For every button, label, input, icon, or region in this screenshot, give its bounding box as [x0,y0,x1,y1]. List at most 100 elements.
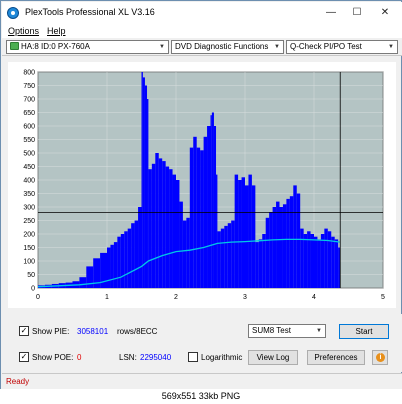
y-tick-label: 500 [23,151,35,158]
close-button[interactable]: ✕ [374,3,396,22]
x-tick-label: 4 [312,294,316,301]
y-tick-label: 800 [23,70,35,77]
pie-bar [217,231,221,288]
pie-bar [324,228,328,288]
minimize-button[interactable]: — [320,3,342,22]
app-icon [7,7,19,19]
pie-bar [262,234,266,288]
pie-bar [310,234,314,288]
pie-bar [234,174,239,288]
chevron-down-icon: ▼ [316,328,322,334]
info-button[interactable]: i [372,350,388,365]
logarithmic-checkbox[interactable] [188,352,198,362]
pie-bar [303,234,308,288]
window-title: PlexTools Professional XL V3.16 [25,7,155,17]
show-poe-checkbox[interactable]: ✓ [19,352,29,362]
y-tick-label: 0 [31,286,35,293]
pie-bar [314,236,318,288]
pie-bar [186,217,190,288]
pie-bar [172,174,176,288]
pie-bar [86,266,94,288]
pie-bar [144,85,148,288]
y-tick-label: 150 [23,245,35,252]
pie-bar [320,234,325,288]
pie-bar [142,77,145,289]
pie-bar [200,150,204,288]
pie-bar [169,169,173,288]
pie-bar [110,244,114,288]
pie-bar [241,177,245,288]
pie-bar [79,277,87,288]
maximize-button[interactable]: ☐ [346,3,368,22]
pie-bar [124,231,128,288]
pie-bar [162,161,166,288]
pie-bar [334,239,339,288]
chart-panel: 800 750 700 650 600 550 500 450 400 350 300 250 200 1… [8,62,396,308]
y-tick-label: 600 [23,124,35,131]
pie-bar [248,174,252,288]
y-tick-label: 400 [23,178,35,185]
pie-bar [141,72,143,288]
pie-bar [165,166,170,288]
pie-bar [189,147,194,288]
pie-bar [282,204,287,288]
y-tick-label: 750 [23,83,35,90]
function-select[interactable]: DVD Diagnostic Functions ▼ [171,40,284,54]
test-select[interactable]: Q-Check PI/PO Test ▼ [286,40,398,54]
y-tick-label: 300 [23,205,35,212]
pie-bar [117,236,121,288]
poe-value: 0 [77,353,82,362]
logarithmic-label: Logarithmic [201,353,243,362]
pie-bar [220,228,225,288]
pie-bar [300,228,304,288]
pie-bar [176,180,180,288]
preferences-button[interactable]: Preferences [307,350,365,365]
menu-help[interactable]: Help [47,26,66,36]
pie-bar [210,115,212,288]
pie-bar [158,158,163,288]
pie-bar [213,126,217,288]
menu-options[interactable]: Options [8,26,39,36]
pie-bar [293,185,297,288]
pie-bar [148,169,152,288]
pie-bar [317,239,321,288]
x-tick-label: 0 [36,294,40,301]
y-tick-label: 200 [23,232,35,239]
sum-test-select[interactable]: SUM8 Test ▼ [248,324,326,338]
pie-bar [127,228,132,288]
pie-bar [151,163,156,288]
pie-bar [231,220,235,288]
pie-units: rows/8ECC [117,327,158,336]
start-button[interactable]: Start [339,324,389,339]
lsn-value: 2295040 [140,353,172,362]
pie-bar [276,201,280,288]
chevron-down-icon: ▼ [388,44,394,50]
y-tick-label: 550 [23,137,35,144]
view-log-button[interactable]: View Log [248,350,298,365]
pie-bar [279,207,283,288]
status-text: Ready [6,377,30,386]
pie-bar [196,147,201,288]
info-icon: i [376,353,385,362]
y-tick-label: 350 [23,191,35,198]
image-caption: 569x551 33kb PNG [0,389,402,404]
pie-bar [327,231,332,288]
x-tick-label: 5 [381,294,385,301]
x-tick-label: 3 [243,294,247,301]
show-pie-checkbox[interactable]: ✓ [19,326,29,336]
pie-bar [216,174,218,288]
show-poe-label: Show POE: [32,353,74,362]
pie-bar [113,242,118,288]
pie-bar [269,212,273,288]
y-tick-label: 450 [23,164,35,171]
pie-bar [155,153,159,288]
pie-bar [224,225,228,288]
pie-bar [107,247,111,288]
drive-select[interactable]: HA:8 ID:0 PX-760A ▼ [6,40,169,54]
title-bar: PlexTools Professional XL V3.16 — ☐ ✕ [2,2,402,24]
y-tick-label: 50 [27,272,35,279]
lsn-label: LSN: [119,353,137,362]
pie-bar [207,126,211,288]
y-tick-label: 700 [23,97,35,104]
status-bar: Ready [2,373,402,389]
